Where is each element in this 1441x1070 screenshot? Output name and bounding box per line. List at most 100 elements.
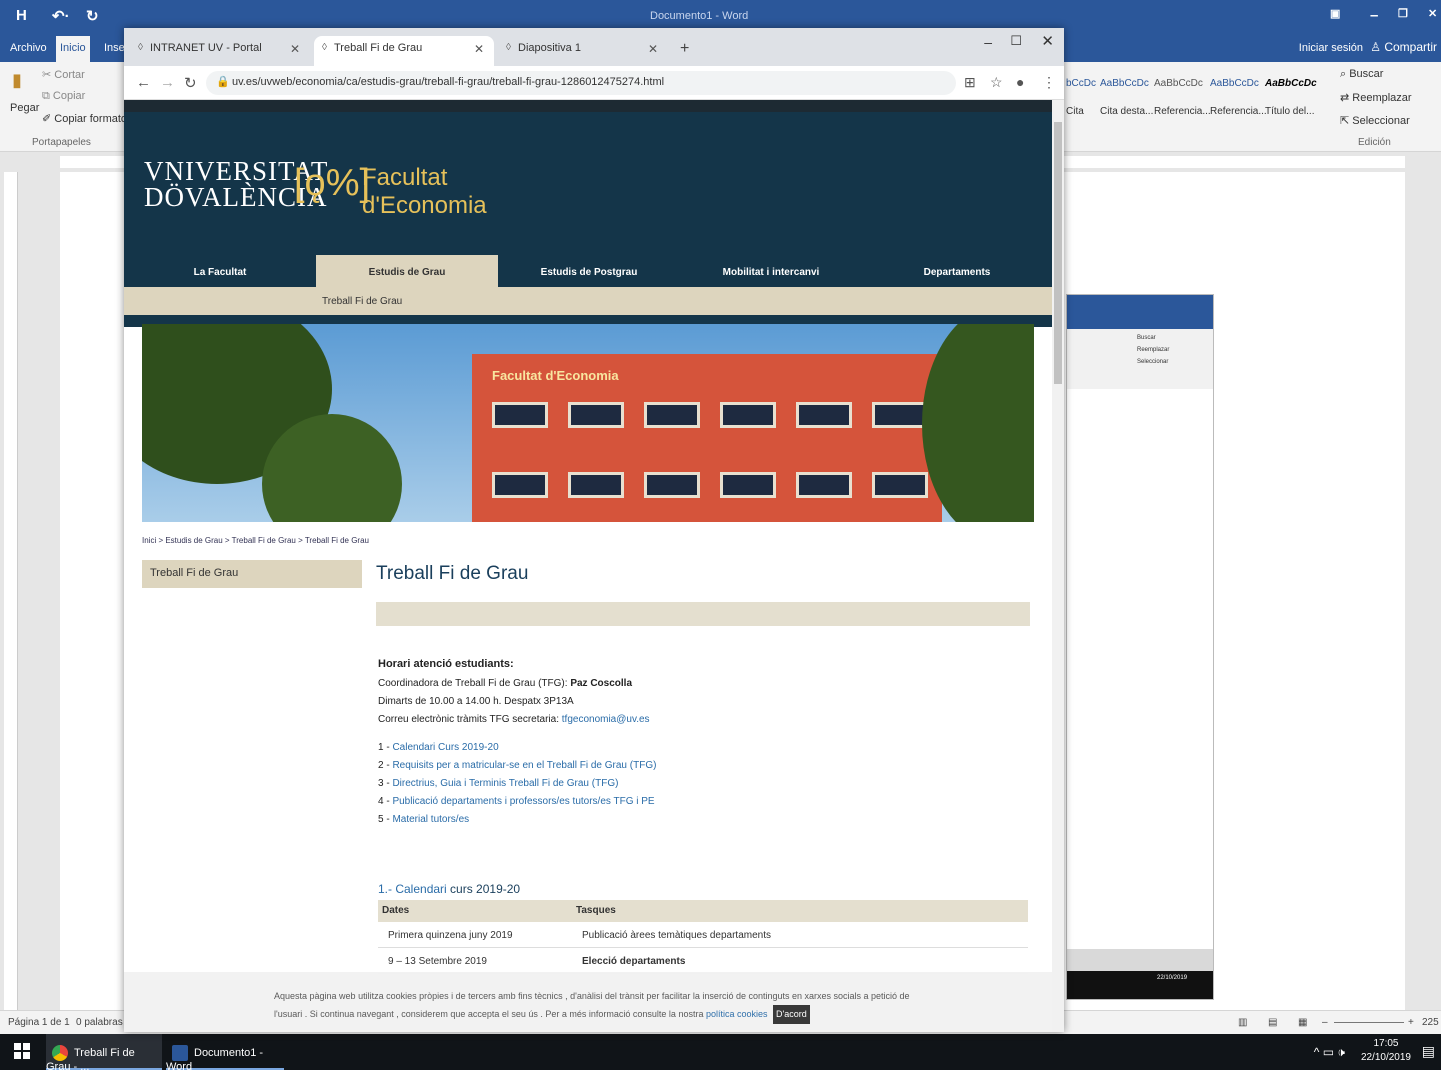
link-publicacio[interactable]: Publicació departaments i professors/es … [392, 796, 654, 807]
read-mode-icon[interactable]: ▥ [1238, 1017, 1247, 1028]
close-tab-icon[interactable]: ✕ [648, 42, 658, 56]
breadcrumb[interactable]: Inici > Estudis de Grau > Treball Fi de … [142, 536, 369, 545]
style-sample[interactable]: AaBbCcDc [1100, 78, 1149, 100]
word-share-button[interactable]: ♙ Compartir [1370, 40, 1437, 54]
word-close-button[interactable]: ✕ [1428, 7, 1437, 20]
nav-departaments[interactable]: Departaments [862, 255, 1052, 287]
page-count: Página 1 de 1 [8, 1017, 70, 1028]
replace-label: Reemplazar [1352, 92, 1412, 104]
style-sample[interactable]: AaBbCcDc [1210, 78, 1259, 100]
favicon-icon: ◊ [322, 42, 327, 53]
reload-button[interactable]: ↻ [184, 74, 197, 92]
save-icon[interactable]: H [16, 7, 27, 24]
address-bar[interactable]: 🔒 uv.es/uvweb/economia/ca/estudis-grau/t… [206, 71, 956, 95]
taskbar-item-word[interactable]: Documento1 - Word [166, 1034, 284, 1070]
title-underbar [376, 602, 1030, 626]
chrome-minimize-button[interactable]: – [984, 34, 992, 50]
page-scrollbar[interactable] [1052, 100, 1064, 1032]
link-material[interactable]: Material tutors/es [392, 814, 469, 825]
redo-icon[interactable]: ↻ [86, 7, 99, 25]
subnav-treball[interactable]: Treball Fi de Grau [322, 296, 402, 307]
cursor-icon: ⇱ [1340, 115, 1353, 127]
menu-kebab-icon[interactable]: ⋮ [1042, 74, 1056, 91]
nav-mobilitat[interactable]: Mobilitat i intercanvi [680, 255, 862, 287]
tab-intranet[interactable]: ◊ INTRANET UV - Portal ✕ [130, 36, 310, 66]
bookmark-star-icon[interactable]: ☆ [990, 74, 1003, 91]
tab-diapositiva[interactable]: ◊ Diapositiva 1 ✕ [498, 36, 668, 66]
link-directrius[interactable]: Directrius, Guia i Terminis Treball Fi d… [392, 778, 618, 789]
zoom-in-button[interactable]: + [1408, 1017, 1414, 1028]
paste-icon[interactable]: ▮ [12, 70, 22, 91]
tab-treball[interactable]: ◊ Treball Fi de Grau ✕ [314, 36, 494, 66]
close-tab-icon[interactable]: ✕ [290, 42, 300, 56]
scroll-thumb[interactable] [1054, 122, 1062, 384]
nav-estudis-grau[interactable]: Estudis de Grau [316, 255, 498, 287]
zoom-level[interactable]: 225 [1422, 1017, 1439, 1028]
nav-estudis-postgrau[interactable]: Estudis de Postgrau [498, 255, 680, 287]
format-painter-button[interactable]: ✐ Copiar formato [42, 112, 127, 125]
taskbar-item-chrome[interactable]: Treball Fi de Grau - ... [46, 1034, 162, 1070]
windows-start-button[interactable] [14, 1043, 30, 1059]
style-sample[interactable]: AaBbCcDc [1154, 78, 1203, 100]
replace-icon: ⇄ [1340, 92, 1353, 104]
word-minimize-button[interactable]: – [1370, 7, 1378, 24]
logo-line: d'Economia [362, 192, 487, 219]
select-button[interactable]: ⇱ Seleccionar [1340, 114, 1410, 127]
cookie-accept-button[interactable]: D'acord [773, 1005, 810, 1024]
print-layout-icon[interactable]: ▤ [1268, 1017, 1277, 1028]
copy-button[interactable]: ⧉ Copiar [42, 90, 85, 103]
forward-button[interactable]: → [160, 74, 175, 91]
format-painter-label: Copiar formato [54, 113, 128, 125]
back-button[interactable]: ← [136, 74, 151, 91]
nav-la-facultat[interactable]: La Facultat [124, 255, 316, 287]
word-window-title: Documento1 - Word [650, 10, 749, 22]
favicon-icon: ◊ [506, 42, 511, 53]
page-title: Treball Fi de Grau [376, 563, 529, 584]
nested-replace: Reemplazar [1137, 347, 1170, 353]
paste-button[interactable]: Pegar [10, 102, 39, 114]
new-tab-button[interactable]: + [680, 40, 689, 58]
zoom-out-button[interactable]: – [1322, 1017, 1328, 1028]
pasted-screenshot: Buscar Reemplazar Seleccionar 22/10/2019 [1066, 294, 1214, 1000]
tray-icons[interactable]: ^ ▭ 🕩 [1314, 1045, 1345, 1060]
list-item: 5 - Material tutors/es [378, 814, 469, 825]
faculty-logo[interactable]: Facultat d'Economia [362, 164, 487, 220]
chrome-close-button[interactable]: ✕ [1041, 32, 1054, 50]
style-label: Cita desta... [1100, 106, 1154, 117]
profile-icon[interactable]: ● [1016, 74, 1024, 90]
tab-inicio[interactable]: Inicio [56, 36, 90, 62]
ribbon-display-icon[interactable]: ▣ [1330, 7, 1340, 20]
logo-line: Facultat [362, 164, 448, 191]
undo-icon[interactable]: ↶· [52, 7, 70, 25]
scissors-icon: ✂ [42, 69, 55, 81]
tab-archivo[interactable]: Archivo [10, 42, 47, 54]
zoom-slider[interactable] [1334, 1022, 1404, 1023]
link-requisits[interactable]: Requisits per a matricular-se en el Treb… [392, 760, 656, 771]
find-button[interactable]: ⌕ Buscar [1340, 68, 1383, 81]
col-header-dates: Dates [382, 905, 410, 916]
list-num: 4 - [378, 796, 390, 807]
cell-task-link[interactable]: Publicació àrees temàtiques departaments [582, 930, 771, 941]
web-layout-icon[interactable]: ▦ [1298, 1017, 1307, 1028]
close-tab-icon[interactable]: ✕ [474, 42, 484, 56]
person-icon: ♙ [1370, 40, 1385, 54]
table-row: 9 – 13 Setembre 2019 Elecció departament… [378, 948, 1028, 974]
chrome-maximize-button[interactable]: ☐ [1010, 33, 1022, 49]
replace-button[interactable]: ⇄ Reemplazar [1340, 91, 1412, 104]
calendar-anchor-link[interactable]: 1.- Calendari [378, 882, 447, 896]
style-label: Cita [1066, 106, 1084, 117]
taskbar-clock[interactable]: 17:05 22/10/2019 [1361, 1037, 1411, 1065]
style-sample[interactable]: AaBbCcDc [1265, 78, 1317, 100]
email-link[interactable]: tfgeconomia@uv.es [562, 714, 650, 725]
style-sample[interactable]: bCcDc [1066, 78, 1096, 100]
translate-icon[interactable]: ⊞ [964, 74, 976, 91]
word-restore-button[interactable]: ❐ [1398, 7, 1408, 20]
sidebar-item-treball[interactable]: Treball Fi de Grau [142, 560, 362, 588]
coordinator-prefix: Coordinadora de Treball Fi de Grau (TFG)… [378, 678, 568, 689]
cookie-policy-link[interactable]: política cookies [706, 1009, 768, 1019]
nested-date: 22/10/2019 [1157, 975, 1188, 981]
notification-icon[interactable]: ▤ [1422, 1043, 1435, 1060]
word-signin-link[interactable]: Iniciar sesión [1299, 42, 1363, 54]
cut-button[interactable]: ✂ Cortar [42, 68, 85, 81]
link-calendari[interactable]: Calendari Curs 2019-20 [392, 742, 498, 753]
